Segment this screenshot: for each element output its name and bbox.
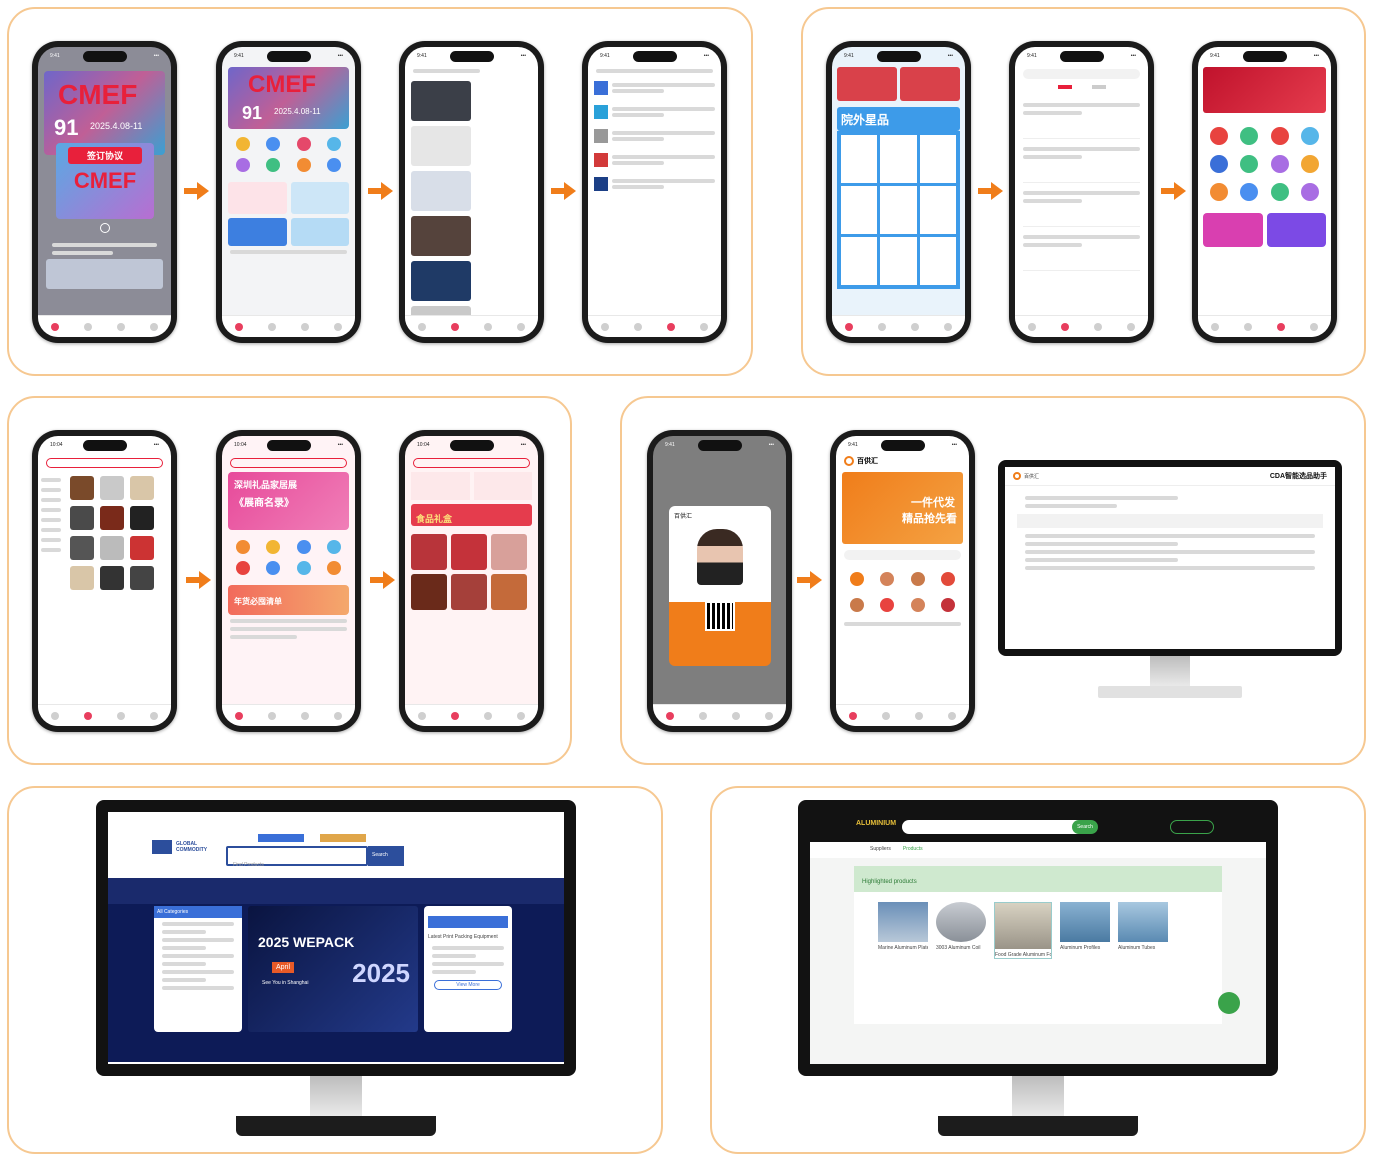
flow-arrow-icon [368, 182, 394, 200]
sidebar-header: All Categories [154, 906, 242, 918]
search-button[interactable]: Search [1072, 820, 1098, 834]
hero-big-year: 2025 [352, 958, 410, 988]
food-gift-title: 食品礼盒 [416, 514, 453, 524]
highlighted-products-section: Highlighted products Marine Aluminum Pla… [854, 866, 1222, 1024]
flow-arrow-icon [551, 182, 577, 200]
hero-month: April [272, 962, 295, 973]
cmef-banner-brand: CMEF [58, 79, 138, 110]
flow-arrow-icon [184, 182, 210, 200]
dropship-line2: 精品抢先看 [902, 513, 957, 525]
flow-arrow-icon [1161, 182, 1187, 200]
phone-dropship-home: 9:41 ••• 百供汇 一件代发 精品抢先看 [830, 430, 975, 732]
tab-products[interactable]: Products [903, 846, 923, 854]
monitor-assistant: 百供汇 CDA智能选品助手 [998, 460, 1342, 700]
dropship-banner[interactable]: 一件代发 精品抢先看 [842, 472, 963, 544]
right-panel-header: Latest Print Packing Equipment [428, 934, 498, 940]
year-goods-banner[interactable]: 年货必囤清单 [228, 585, 349, 615]
outpatient-banner: 院外星品 [837, 107, 960, 131]
home-banner-number: 91 [242, 103, 263, 123]
popup-label: 签订协议 [68, 147, 142, 164]
product-card[interactable]: 3003 Aluminum Coil [936, 902, 986, 959]
agreement-popup[interactable]: 签订协议 CMEF [56, 143, 154, 219]
product-card[interactable]: Aluminum Tubes [1118, 902, 1168, 959]
monitor-packing-site: GLOBAL COMMODITY Find Products Search All… [96, 800, 576, 1140]
search-input[interactable]: Find Products [226, 846, 368, 868]
brand-logo-icon [1013, 472, 1021, 480]
outpatient-title: 院外星品 [841, 113, 890, 127]
category-sidebar[interactable]: All Categories [154, 906, 242, 1032]
product-card[interactable]: Aluminum Profiles [1060, 902, 1110, 959]
brand-logo-icon [844, 456, 854, 466]
gift-expo-line2: 《展商名录》 [234, 498, 294, 509]
assistant-popup[interactable]: 百供汇 [669, 506, 771, 666]
hero-sub: See You in Shanghai [262, 980, 309, 986]
popup-brand-name: 百供汇 [674, 514, 693, 520]
flow-arrow-icon [978, 182, 1004, 200]
app-brand-name: 百供汇 [857, 458, 878, 465]
hero-banner[interactable]: 2025 WEPACK 2025 April See You in Shangh… [248, 906, 418, 1032]
phone-cmef-splash: 9:41 ••• CMEF 91 2025.4.08-11 签订协议 CMEF [32, 41, 177, 343]
phone-cmef-home: 9:41 ••• CMEF 91 2025.4.08-11 [216, 41, 361, 343]
phone-medical-category: 9:41 ••• [1192, 41, 1337, 343]
aluminium-logo: ALUMINIUM [856, 820, 897, 827]
qr-code-icon [705, 601, 735, 631]
phone-medical-home: 9:41 ••• 院外星品 [826, 41, 971, 343]
flow-arrow-icon [186, 571, 212, 589]
food-gift-banner: 食品礼盒 [411, 504, 532, 526]
monitor-aluminium-site: ALUMINIUM Search Suppliers Products High… [798, 800, 1278, 1140]
search-button[interactable]: Search [368, 846, 404, 866]
product-card[interactable]: Food Grade Aluminum Foil [994, 902, 1052, 959]
gift-expo-banner[interactable]: 深圳礼品家居展 《展商名录》 [228, 472, 349, 530]
close-icon[interactable] [100, 223, 110, 233]
product-card[interactable]: Marine Aluminum Plates [878, 902, 928, 959]
category-icon-grid[interactable] [222, 131, 355, 178]
site-logo: GLOBAL COMMODITY [152, 840, 207, 854]
login-button[interactable] [1170, 820, 1214, 834]
phone-medical-list: 9:41 ••• [1009, 41, 1154, 343]
avatar [697, 529, 743, 585]
cmef-banner-date: 2025.4.08-11 [90, 121, 143, 131]
gift-expo-line1: 深圳礼品家居展 [234, 480, 298, 490]
search-input[interactable] [902, 820, 1092, 834]
year-goods-text: 年货必囤清单 [234, 597, 282, 606]
popup-brand: CMEF [73, 168, 137, 193]
home-banner-brand: CMEF [248, 71, 316, 98]
section-title: Highlighted products [862, 879, 917, 885]
phone-gift-home: 10:04 ••• 深圳礼品家居展 《展商名录》 年货必囤清单 [216, 430, 361, 732]
assistant-brand: 百供汇 [1024, 473, 1040, 480]
flow-arrow-icon [370, 571, 396, 589]
right-panel: Latest Print Packing Equipment View More [424, 906, 512, 1032]
view-more-button[interactable]: View More [434, 980, 502, 990]
tab-suppliers[interactable]: Suppliers [870, 846, 891, 854]
assistant-title: CDA智能选品助手 [1269, 473, 1327, 480]
flow-arrow-icon [797, 571, 823, 589]
chat-bubble-icon[interactable] [1218, 992, 1240, 1014]
phone-gift-food: 10:04 ••• 食品礼盒 [399, 430, 544, 732]
cmef-banner-number: 91 [54, 115, 79, 140]
phone-dropship-popup: 9:41 ••• 百供汇 [647, 430, 792, 732]
phone-gift-category: 10:04 ••• [32, 430, 177, 732]
dropship-line1: 一件代发 [911, 497, 955, 509]
home-banner-date: 2025.4.08-11 [274, 107, 321, 116]
hero-title: 2025 WEPACK [258, 934, 355, 950]
phone-cmef-exhibitors: 9:41 ••• [582, 41, 727, 343]
phone-cmef-products: 9:41 ••• [399, 41, 544, 343]
